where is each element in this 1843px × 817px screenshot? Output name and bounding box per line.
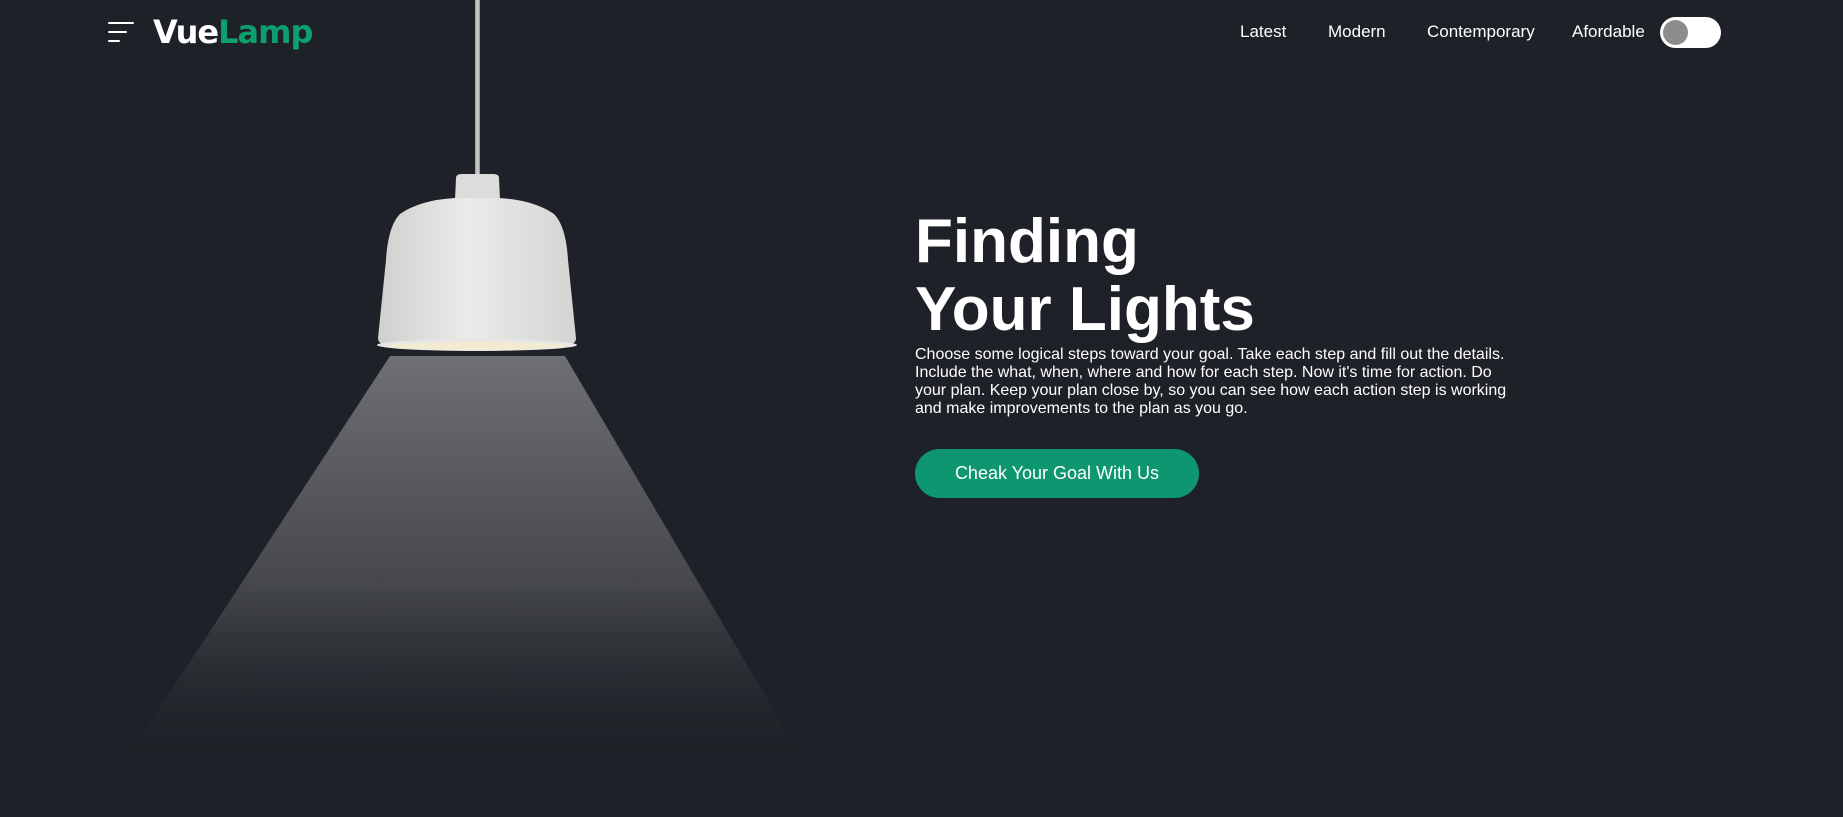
menu-icon[interactable] bbox=[108, 22, 134, 42]
page: VueLamp Latest Modern Contemporary Aford… bbox=[0, 0, 1843, 817]
toggle-knob bbox=[1663, 20, 1688, 45]
nav-link-affordable[interactable]: Afordable bbox=[1572, 22, 1645, 42]
nav-link-contemporary[interactable]: Contemporary bbox=[1427, 22, 1535, 42]
hero-title-line-1: Finding bbox=[915, 207, 1139, 276]
nav-link-latest[interactable]: Latest bbox=[1240, 22, 1286, 42]
logo-text-vue: Vue bbox=[153, 13, 219, 51]
lamp-shade bbox=[378, 198, 576, 345]
logo-text-lamp: Lamp bbox=[218, 13, 313, 51]
light-beam bbox=[118, 356, 810, 772]
cta-button[interactable]: Cheak Your Goal With Us bbox=[915, 449, 1199, 498]
menu-line bbox=[108, 40, 120, 42]
menu-line bbox=[108, 22, 134, 24]
pendant-lamp-illustration bbox=[118, 0, 810, 772]
theme-toggle[interactable] bbox=[1660, 17, 1721, 48]
menu-line bbox=[108, 31, 127, 33]
nav-link-modern[interactable]: Modern bbox=[1328, 22, 1386, 42]
lamp-bulb-glow bbox=[387, 342, 567, 350]
hero-title-line-2: Your Lights bbox=[915, 275, 1255, 344]
lamp-cord bbox=[475, 0, 480, 178]
hero-title: Finding Your Lights bbox=[915, 208, 1255, 344]
logo[interactable]: VueLamp bbox=[153, 12, 313, 52]
lamp-cap bbox=[455, 174, 500, 200]
hero-description: Choose some logical steps toward your go… bbox=[915, 346, 1507, 417]
